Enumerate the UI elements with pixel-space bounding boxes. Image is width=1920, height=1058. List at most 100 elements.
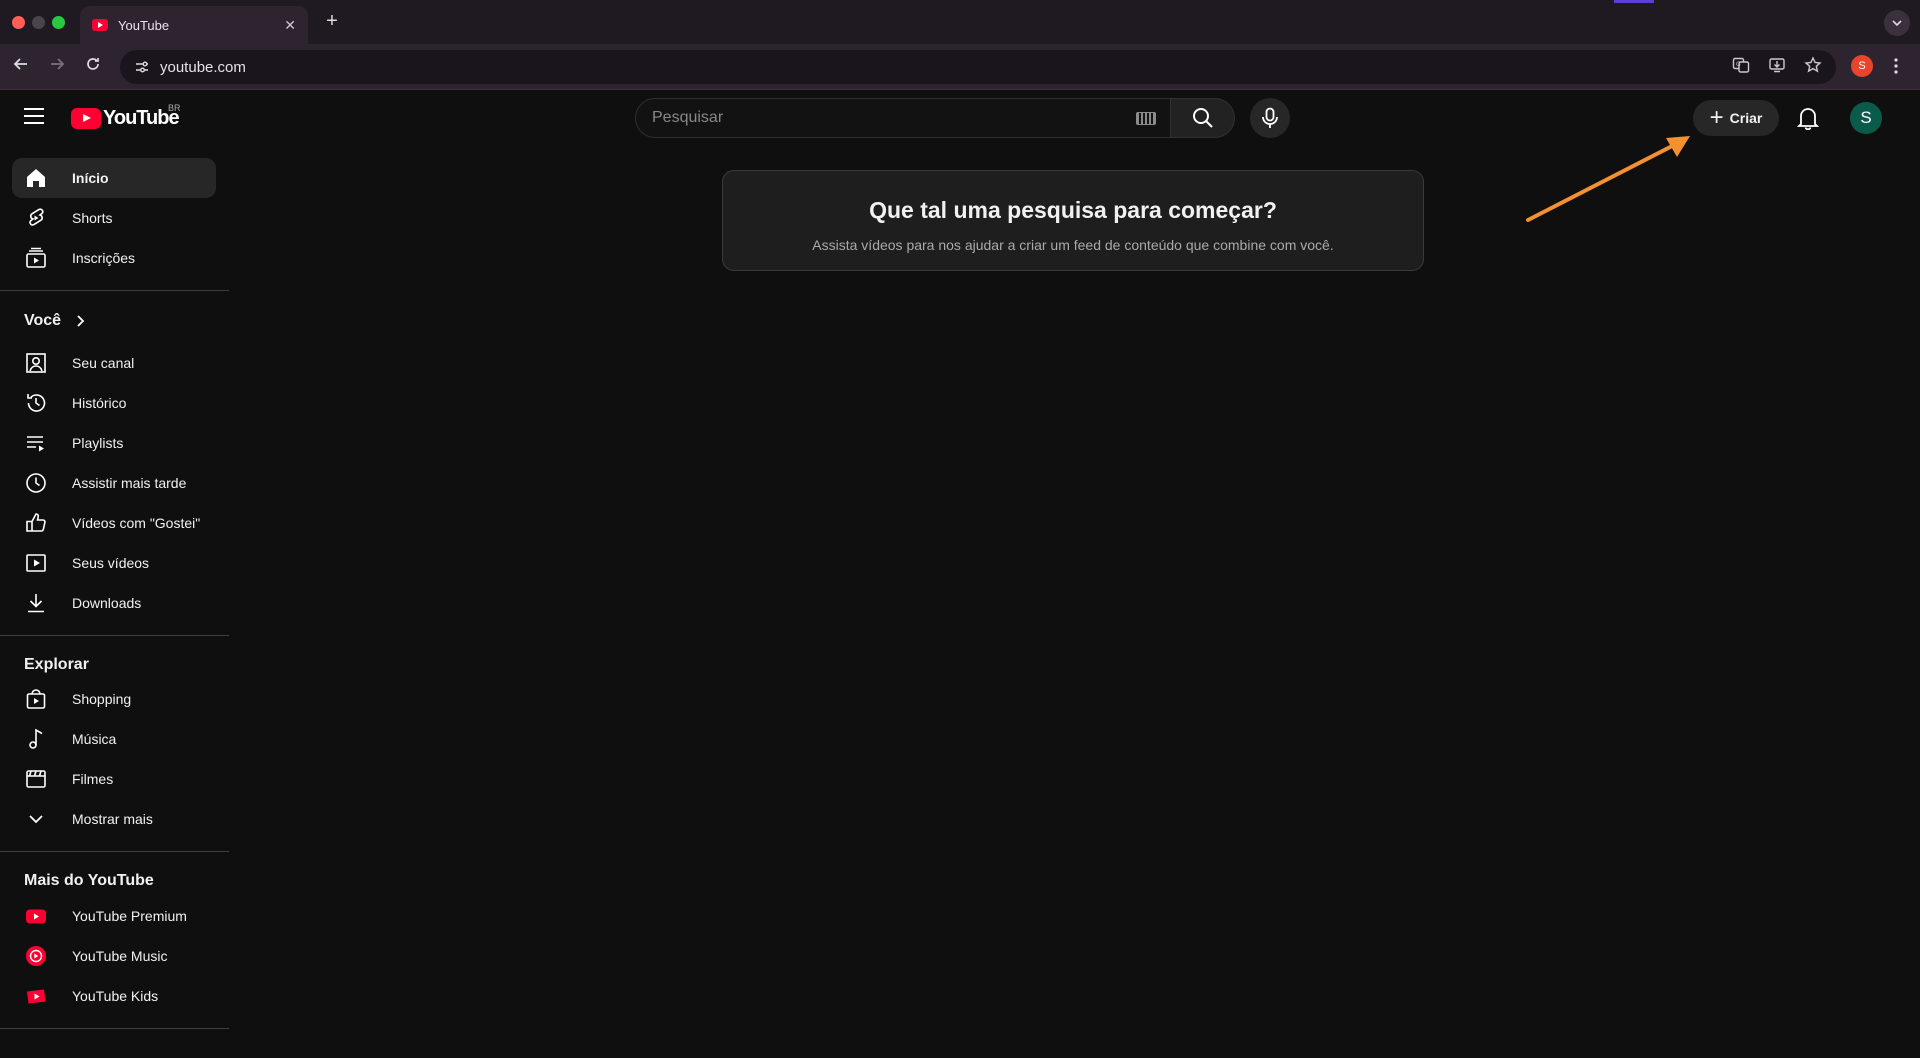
sidebar-item-inscricoes[interactable]: Inscrições xyxy=(12,238,216,278)
forward-icon xyxy=(51,58,65,70)
search-box[interactable] xyxy=(635,98,1171,138)
chevron-down-icon xyxy=(24,807,48,831)
address-bar[interactable]: youtube.com G xyxy=(120,50,1836,84)
channel-icon xyxy=(24,351,48,375)
url-text[interactable]: youtube.com xyxy=(160,59,246,76)
sidebar-item-mostrar-mais[interactable]: Mostrar mais xyxy=(12,799,216,839)
sidebar-item-label: Filmes xyxy=(72,771,114,787)
sidebar-item-musica[interactable]: Música xyxy=(12,719,216,759)
window-close-button[interactable] xyxy=(12,16,25,29)
playlists-icon xyxy=(24,431,48,455)
chevron-down-icon xyxy=(1892,20,1902,27)
sidebar-divider xyxy=(0,635,229,636)
sidebar-item-label: Mostrar mais xyxy=(72,811,153,827)
prompt-subtitle: Assista vídeos para nos ajudar a criar u… xyxy=(812,237,1334,253)
keyboard-icon[interactable] xyxy=(1136,111,1156,125)
tab-title: YouTube xyxy=(118,17,170,33)
your-videos-icon xyxy=(24,551,48,575)
sidebar-item-shopping[interactable]: Shopping xyxy=(12,679,216,719)
sidebar-item-seus-videos[interactable]: Seus vídeos xyxy=(12,543,216,583)
sidebar-divider xyxy=(0,290,229,291)
sidebar-item-youtube-music[interactable]: YouTube Music xyxy=(12,936,216,976)
window-maximize-button[interactable] xyxy=(52,16,65,29)
movies-icon xyxy=(24,767,48,791)
youtube-favicon-icon xyxy=(92,19,108,31)
country-code: BR xyxy=(168,103,181,113)
section-title: Você xyxy=(24,312,62,329)
prompt-title: Que tal uma pesquisa para começar? xyxy=(869,197,1277,223)
create-button[interactable]: + Criar xyxy=(1693,100,1779,136)
new-tab-button[interactable]: + xyxy=(320,10,344,33)
sidebar-item-historico[interactable]: Histórico xyxy=(12,383,216,423)
translate-icon[interactable]: G xyxy=(1730,56,1752,78)
sidebar-item-playlists[interactable]: Playlists xyxy=(12,423,216,463)
sidebar-section-explorar: Explorar xyxy=(24,656,89,674)
search-button[interactable] xyxy=(1171,98,1235,138)
guide-menu-button[interactable] xyxy=(24,108,44,124)
shorts-icon xyxy=(24,206,48,230)
plus-icon: + xyxy=(1709,104,1724,131)
reload-icon xyxy=(87,58,99,70)
search-icon xyxy=(1192,108,1213,128)
sidebar-item-downloads[interactable]: Downloads xyxy=(12,583,216,623)
sidebar-divider xyxy=(0,851,229,852)
install-icon[interactable] xyxy=(1766,56,1788,78)
back-icon xyxy=(13,58,27,70)
sidebar-item-label: YouTube Music xyxy=(72,948,168,964)
window-minimize-button[interactable] xyxy=(32,16,45,29)
browser-toolbar: youtube.com G xyxy=(0,44,1920,90)
forward-button[interactable] xyxy=(46,56,68,78)
watch-later-icon xyxy=(24,471,48,495)
voice-search-button[interactable] xyxy=(1250,98,1290,138)
music-icon xyxy=(24,727,48,751)
sidebar-item-youtube-premium[interactable]: YouTube Premium xyxy=(12,896,216,936)
reload-button[interactable] xyxy=(82,56,104,78)
youtube-premium-icon xyxy=(24,904,48,928)
svg-text:G: G xyxy=(1736,61,1741,68)
download-icon xyxy=(24,591,48,615)
history-icon xyxy=(24,391,48,415)
sidebar-item-assistir-mais-tarde[interactable]: Assistir mais tarde xyxy=(12,463,216,503)
search-input[interactable] xyxy=(652,109,1136,127)
liked-icon xyxy=(24,511,48,535)
sidebar-item-label: Histórico xyxy=(72,395,127,411)
sidebar-item-videos-gostei[interactable]: Vídeos com "Gostei" xyxy=(12,503,216,543)
sidebar-item-shorts[interactable]: Shorts xyxy=(12,198,216,238)
search-prompt-card: Que tal uma pesquisa para começar? Assis… xyxy=(722,170,1424,271)
sidebar-item-seu-canal[interactable]: Seu canal xyxy=(12,343,216,383)
subscriptions-icon xyxy=(24,246,48,270)
create-label: Criar xyxy=(1729,110,1763,126)
home-icon xyxy=(24,166,48,190)
account-avatar[interactable]: S xyxy=(1850,102,1882,134)
browser-tab[interactable]: YouTube ✕ xyxy=(80,6,308,44)
sidebar-divider xyxy=(0,1028,229,1029)
sidebar-item-label: Assistir mais tarde xyxy=(72,475,187,491)
browser-profile-avatar[interactable]: S xyxy=(1851,55,1873,77)
sidebar-item-label: Inscrições xyxy=(72,250,136,266)
tab-close-icon[interactable]: ✕ xyxy=(284,17,296,34)
browser-menu-button[interactable] xyxy=(1886,54,1906,78)
back-button[interactable] xyxy=(10,56,32,78)
sidebar-item-filmes[interactable]: Filmes xyxy=(12,759,216,799)
section-title: Explorar xyxy=(24,656,89,673)
sidebar-section-mais-do-youtube: Mais do YouTube xyxy=(24,872,154,890)
notifications-button[interactable] xyxy=(1794,104,1822,132)
sidebar-item-label: Seus vídeos xyxy=(72,555,150,571)
youtube-kids-icon xyxy=(24,984,48,1008)
bell-icon xyxy=(1797,108,1819,130)
site-settings-icon[interactable] xyxy=(134,59,150,75)
sidebar-item-inicio[interactable]: Início xyxy=(12,158,216,198)
menu-icon xyxy=(1894,58,1898,74)
sidebar-section-voce[interactable]: Você xyxy=(24,312,87,330)
sidebar-item-youtube-kids[interactable]: YouTube Kids xyxy=(12,976,216,1016)
sidebar-item-label: Shorts xyxy=(72,210,113,226)
tab-search-button[interactable] xyxy=(1884,10,1910,36)
youtube-logo-icon xyxy=(71,108,101,129)
youtube-logo[interactable]: YouTube BR xyxy=(71,103,181,130)
sidebar-item-label: Música xyxy=(72,731,117,747)
chevron-right-icon xyxy=(77,315,85,327)
sidebar-item-label: Início xyxy=(72,170,109,186)
sidebar-item-label: Playlists xyxy=(72,435,124,451)
bookmark-star-icon[interactable] xyxy=(1802,56,1824,78)
sidebar-item-label: Shopping xyxy=(72,691,132,707)
